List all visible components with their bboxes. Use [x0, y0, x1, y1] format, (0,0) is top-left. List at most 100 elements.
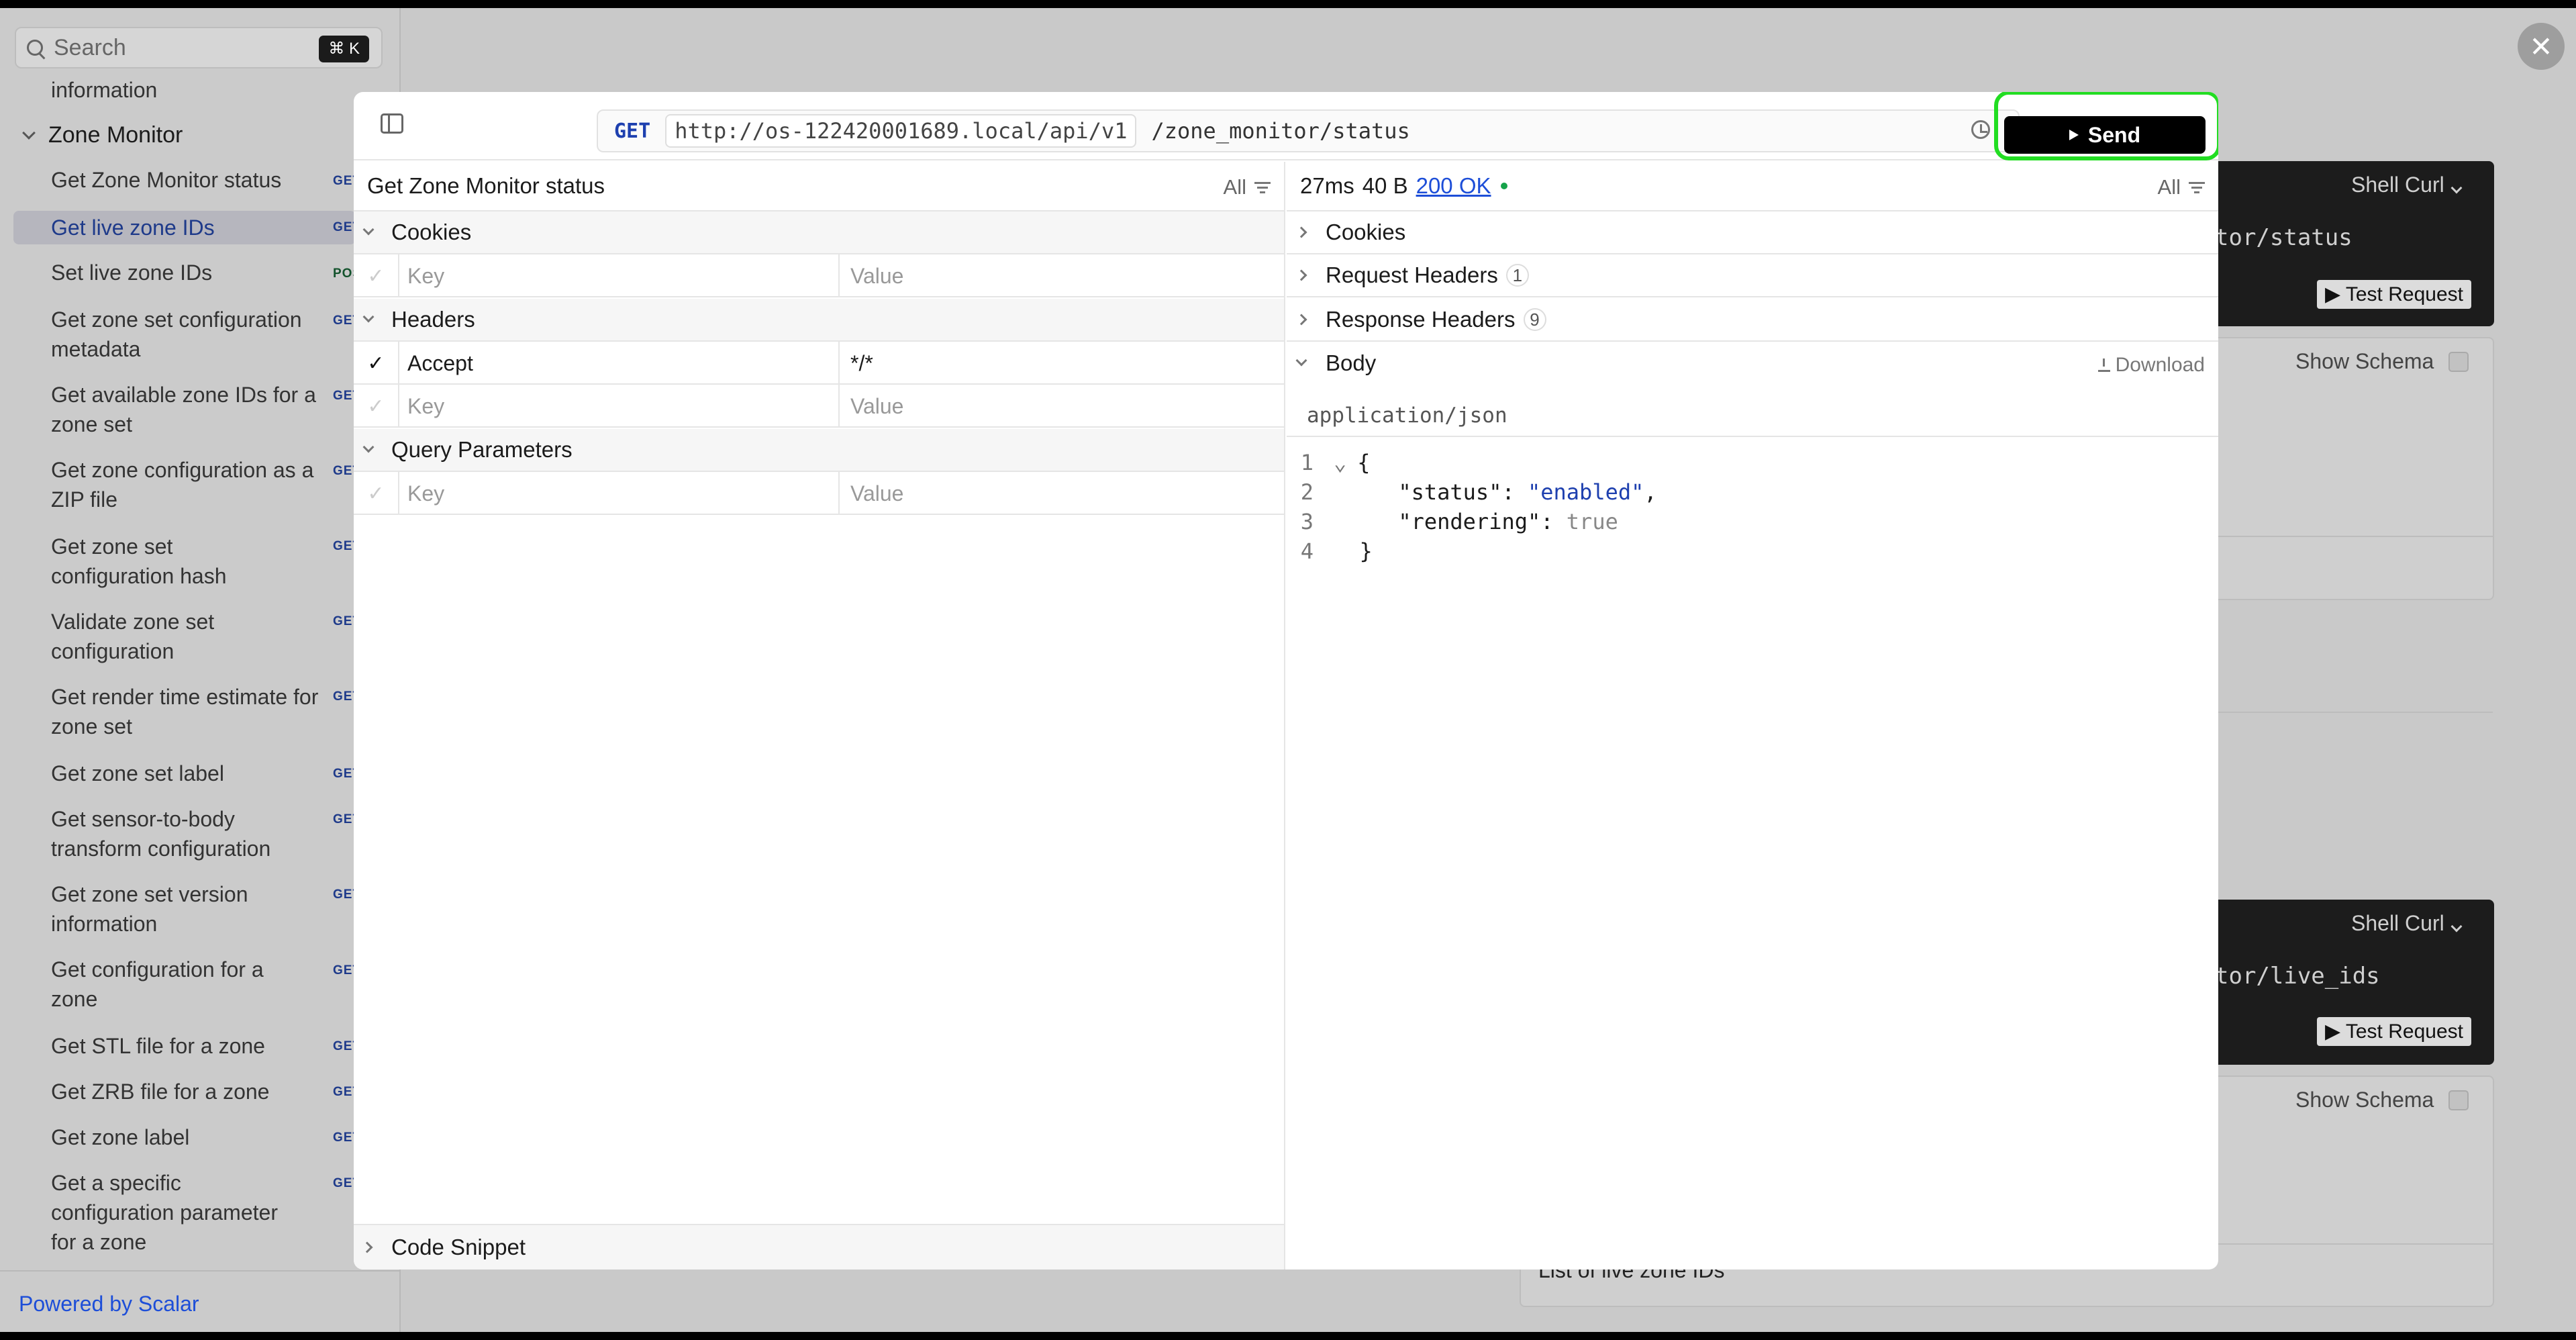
- chevron-right-icon: [1295, 226, 1307, 238]
- http-method-select[interactable]: GET: [598, 119, 665, 143]
- sidebar-item[interactable]: Get zone label: [13, 1122, 356, 1152]
- chevron-right-icon: [1295, 269, 1307, 281]
- close-icon[interactable]: ✕: [2518, 23, 2565, 70]
- download-icon: [2097, 358, 2110, 372]
- history-icon[interactable]: [1971, 120, 1990, 139]
- fold-chevron-icon[interactable]: ⌄: [1334, 450, 1346, 475]
- sidebar-item-label: Get render time estimate for zone set: [51, 685, 319, 738]
- test-request-button[interactable]: ▶ Test Request: [2317, 1017, 2471, 1046]
- sidebar-item[interactable]: Get zone set configuration metadata: [13, 305, 329, 364]
- sidebar: Search ⌘ K information Zone Monitor Get …: [0, 8, 401, 1332]
- sidebar-item[interactable]: Get configuration for a zone: [13, 955, 295, 1014]
- query-value-input[interactable]: Value: [838, 472, 1285, 515]
- address-bar[interactable]: GET http://os-122420001689.local/api/v1 …: [597, 109, 2020, 152]
- header-key-input[interactable]: Accept: [407, 351, 473, 376]
- sidebar-item-label: Get Zone Monitor status: [51, 168, 282, 192]
- section-label: Response Headers: [1326, 307, 1516, 332]
- checkbox[interactable]: [2448, 1090, 2469, 1110]
- sidebar-item[interactable]: Validate zone set configuration: [13, 607, 282, 666]
- response-filter[interactable]: All: [2158, 175, 2205, 199]
- header-key-input[interactable]: Key: [407, 394, 444, 419]
- sidebar-item[interactable]: Get zone set configuration hash: [13, 532, 282, 591]
- test-request-button[interactable]: ▶ Test Request: [2317, 280, 2471, 309]
- request-headers-toggle[interactable]: Request Headers 1: [1287, 254, 2218, 297]
- sidebar-item-label: Get sensor-to-body transform configurati…: [51, 807, 271, 861]
- row-checkbox[interactable]: ✓: [354, 254, 399, 297]
- chevron-down-icon: [1295, 354, 1307, 367]
- chevron-down-icon: [362, 311, 375, 323]
- sidebar-item-label: Get zone set configuration metadata: [51, 307, 302, 361]
- request-bar: GET http://os-122420001689.local/api/v1 …: [354, 92, 2218, 160]
- show-schema-toggle[interactable]: Show Schema: [2295, 349, 2469, 374]
- filter-label: All: [1223, 175, 1246, 199]
- sidebar-item-label: Get available zone IDs for a zone set: [51, 383, 316, 436]
- sidebar-item-label: Get zone set label: [51, 761, 224, 785]
- query-row: ✓ Key Value: [354, 472, 1284, 515]
- sidebar-item[interactable]: Get a specific configuration parameter f…: [13, 1168, 295, 1257]
- chevron-right-icon: [1295, 314, 1307, 326]
- sidebar-item-label: Get ZRB file for a zone: [51, 1080, 270, 1104]
- body-section-toggle[interactable]: Body Download: [1287, 342, 2218, 385]
- code-snippet-toggle[interactable]: Code Snippet: [354, 1224, 1284, 1270]
- section-label: Request Headers: [1326, 262, 1498, 287]
- status-link[interactable]: 200 OK: [1416, 173, 1491, 199]
- sidebar-item[interactable]: Get sensor-to-body transform configurati…: [13, 804, 295, 863]
- sidebar-item-label: Validate zone set configuration: [51, 610, 215, 663]
- send-button[interactable]: Send: [2004, 116, 2206, 154]
- response-cookies-toggle[interactable]: Cookies: [1287, 211, 2218, 254]
- query-key-input[interactable]: Key: [407, 481, 444, 506]
- path-input[interactable]: /zone_monitor/status: [1151, 118, 1409, 144]
- request-pane: Get Zone Monitor status All Cookies ✓ Ke…: [354, 162, 1285, 1270]
- row-checkbox[interactable]: ✓: [354, 342, 399, 385]
- server-url[interactable]: http://os-122420001689.local/api/v1: [665, 114, 1137, 148]
- content-type: application/json: [1287, 394, 2218, 437]
- show-schema-toggle[interactable]: Show Schema: [2295, 1088, 2469, 1112]
- sidebar-item-label: Get STL file for a zone: [51, 1034, 265, 1058]
- sidebar-group-zone-monitor[interactable]: Zone Monitor: [22, 122, 183, 148]
- sidebar-item-active[interactable]: Get live zone IDs: [13, 211, 356, 244]
- sidebar-toggle-icon[interactable]: [381, 113, 403, 134]
- row-checkbox[interactable]: ✓: [354, 385, 399, 428]
- header-value-input[interactable]: */*: [838, 342, 1285, 385]
- divider: [2210, 536, 2493, 537]
- cookies-section-toggle[interactable]: Cookies: [354, 211, 1284, 254]
- headers-section-toggle[interactable]: Headers: [354, 299, 1284, 342]
- sidebar-item[interactable]: Get render time estimate for zone set: [13, 682, 329, 741]
- sidebar-divider: [0, 1270, 401, 1272]
- json-value: true: [1566, 509, 1618, 534]
- query-section-toggle[interactable]: Query Parameters: [354, 429, 1284, 472]
- sidebar-item[interactable]: Get zone set label: [13, 759, 356, 788]
- code-line: 4 }: [1287, 536, 1373, 566]
- sidebar-item[interactable]: Get Zone Monitor status: [13, 165, 356, 195]
- cookie-value-input[interactable]: Value: [838, 254, 1285, 297]
- sidebar-item-partial[interactable]: information: [51, 78, 157, 103]
- powered-by-link[interactable]: Powered by Scalar: [19, 1292, 199, 1317]
- sidebar-item-label: Get zone label: [51, 1125, 190, 1149]
- chevron-down-icon: [22, 126, 36, 140]
- download-label: Download: [2115, 354, 2205, 376]
- section-label: Cookies: [391, 220, 472, 244]
- checkbox[interactable]: [2448, 351, 2469, 372]
- chevron-down-icon: [2450, 182, 2463, 194]
- sidebar-item-label: Get zone set version information: [51, 882, 248, 936]
- sidebar-item[interactable]: Get available zone IDs for a zone set: [13, 380, 329, 439]
- response-size: 40 B: [1362, 173, 1408, 198]
- header-value-input[interactable]: Value: [838, 385, 1285, 428]
- sidebar-item[interactable]: Get STL file for a zone: [13, 1031, 356, 1061]
- language-select[interactable]: Shell Curl: [2351, 911, 2475, 936]
- sidebar-item[interactable]: Get zone set version information: [13, 879, 295, 939]
- language-select[interactable]: Shell Curl: [2351, 173, 2475, 197]
- sidebar-item[interactable]: Get ZRB file for a zone: [13, 1077, 356, 1106]
- sidebar-group-label: Zone Monitor: [48, 122, 183, 148]
- request-filter[interactable]: All: [1224, 175, 1271, 199]
- search-input[interactable]: Search ⌘ K: [15, 27, 383, 68]
- response-headers-toggle[interactable]: Response Headers 9: [1287, 299, 2218, 342]
- cookie-key-input[interactable]: Key: [407, 264, 444, 289]
- download-button[interactable]: Download: [2097, 354, 2205, 377]
- section-label: Code Snippet: [391, 1235, 526, 1259]
- row-checkbox[interactable]: ✓: [354, 472, 399, 515]
- filter-label: All: [2157, 175, 2181, 199]
- sidebar-item[interactable]: Set live zone IDs: [13, 258, 356, 287]
- sidebar-item[interactable]: Get zone configuration as a ZIP file: [13, 455, 329, 514]
- chevron-down-icon: [2450, 920, 2463, 932]
